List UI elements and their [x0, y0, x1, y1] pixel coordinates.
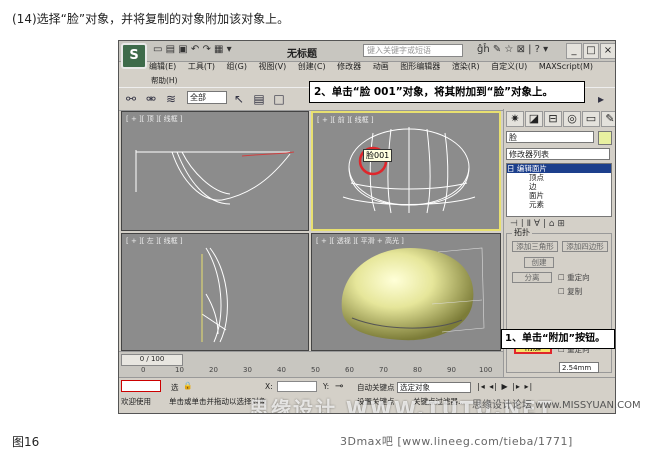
- auto-key-button[interactable]: 自动关键点: [357, 382, 395, 393]
- snap-spinner[interactable]: 2.54mm: [559, 362, 599, 373]
- menu-modifiers[interactable]: 修改器: [337, 61, 361, 72]
- motion-tab-icon[interactable]: ◎: [563, 111, 581, 127]
- welcome-label: 欢迎使用: [121, 397, 151, 406]
- figure-label: 图16: [12, 435, 40, 449]
- menu-help[interactable]: 帮助(H): [151, 75, 178, 86]
- maximize-button[interactable]: □: [583, 43, 599, 59]
- window-controls[interactable]: _ □ ×: [565, 43, 615, 59]
- front-wireframe: [342, 127, 476, 214]
- stack-item-edge[interactable]: 边: [507, 182, 611, 191]
- menu-graph-editors[interactable]: 图形编辑器: [400, 61, 440, 72]
- app-logo-button[interactable]: S: [121, 43, 147, 69]
- display-tab-icon[interactable]: ▭: [582, 111, 600, 127]
- top-wireframe: [135, 150, 295, 205]
- max-app-window: ▭ ▤ ▣ ↶ ↷ ▦ ▾ 无标题 键入关键字或短语 ĝĥ ✎ ☆ ⊠ | ? …: [118, 40, 616, 414]
- menu-tools[interactable]: 工具(T): [188, 61, 215, 72]
- utilities-tab-icon[interactable]: ✎: [601, 111, 615, 127]
- step2-callout: 2、单击“脸 001”对象，将其附加到“脸”对象上。: [309, 81, 585, 103]
- reorient-checkbox[interactable]: ☐ 重定向: [558, 272, 590, 283]
- menu-create[interactable]: 创建(C): [298, 61, 326, 72]
- selection-filter-dropdown[interactable]: 全部: [187, 91, 227, 104]
- object-name-field[interactable]: 脸: [506, 131, 594, 143]
- step1-callout: 1、单击“附加”按钮。: [501, 329, 615, 349]
- detach-button[interactable]: 分离: [512, 272, 552, 283]
- lock-icon[interactable]: 🔒: [183, 381, 192, 390]
- minimize-button[interactable]: _: [566, 43, 582, 59]
- copy-checkbox[interactable]: ☐ 复制: [558, 286, 582, 297]
- menu-maxscript[interactable]: MAXScript(M): [539, 62, 593, 71]
- add-tri-button[interactable]: 添加三角形: [512, 241, 558, 252]
- info-center-icons[interactable]: ĝĥ ✎ ☆ ⊠ | ? ▾: [477, 44, 548, 55]
- modifier-stack: 日 编辑面片 顶点 边 面片 元素: [506, 163, 612, 217]
- menu-animation[interactable]: 动画: [373, 61, 389, 72]
- topology-group-title: 拓扑: [512, 227, 532, 238]
- stack-item-edit-patch[interactable]: 日 编辑面片: [507, 164, 611, 173]
- perspective-shaded-model: [341, 247, 485, 341]
- forum-watermark: 思缘设计论坛 www.MISSYUAN.COM: [472, 400, 641, 411]
- selection-count-label: 选: [171, 383, 179, 392]
- add-quad-button[interactable]: 添加四边形: [562, 241, 608, 252]
- close-button[interactable]: ×: [600, 43, 615, 59]
- object-color-swatch[interactable]: [598, 131, 612, 145]
- perspective-viewport[interactable]: [ + ][ 透视 ][ 平滑 + 高光 ]: [311, 233, 501, 351]
- quick-access-toolbar[interactable]: ▭ ▤ ▣ ↶ ↷ ▦ ▾: [153, 44, 232, 55]
- menu-group[interactable]: 组(G): [227, 61, 247, 72]
- title-bar: ▭ ▤ ▣ ↶ ↷ ▦ ▾ 无标题 键入关键字或短语 ĝĥ ✎ ☆ ⊠ | ? …: [119, 41, 615, 62]
- modifier-list-dropdown[interactable]: 修改器列表: [506, 148, 610, 160]
- unlink-icon[interactable]: ⚮: [143, 91, 159, 107]
- modify-tab-icon[interactable]: ◪: [525, 111, 543, 127]
- time-slider[interactable]: 0 / 100: [121, 354, 183, 366]
- timeline: 0 / 100 0 10 20 30 40 50 60 70 80 90 100: [119, 351, 503, 378]
- stack-item-patch[interactable]: 面片: [507, 191, 611, 200]
- timeline-ruler[interactable]: 0 10 20 30 40 50 60 70 80 90 100: [121, 366, 501, 376]
- menu-customize[interactable]: 自定义(U): [491, 61, 527, 72]
- stack-item-element[interactable]: 元素: [507, 200, 611, 209]
- menu-edit[interactable]: 编辑(E): [149, 61, 176, 72]
- hierarchy-tab-icon[interactable]: ⊟: [544, 111, 562, 127]
- link-icon[interactable]: ⚯: [123, 91, 139, 107]
- playback-controls[interactable]: |◂ ◂| ▶ |▸ ▸|: [477, 382, 533, 391]
- command-panel-tabs: ✷ ◪ ⊟ ◎ ▭ ✎: [506, 111, 615, 127]
- select-object-icon[interactable]: ↖: [231, 91, 247, 107]
- y-coord-label: Y:: [323, 382, 330, 391]
- tutorial-caption: (14)选择“脸”对象，并将复制的对象附加该对象上。: [12, 12, 290, 26]
- front-viewport[interactable]: [ + ][ 前 ][ 线框 ] 脸001: [311, 111, 501, 231]
- search-input[interactable]: 键入关键字或短语: [363, 44, 463, 57]
- top-viewport[interactable]: [ + ][ 顶 ][ 线框 ]: [121, 111, 309, 231]
- stack-item-vertex[interactable]: 顶点: [507, 173, 611, 182]
- x-coord-field[interactable]: [277, 381, 317, 392]
- rectangle-selection-icon[interactable]: □: [271, 91, 287, 107]
- menu-views[interactable]: 视图(V): [259, 61, 287, 72]
- object-tooltip: 脸001: [363, 149, 393, 162]
- x-coord-label: X:: [265, 382, 273, 391]
- maxscript-listener-box[interactable]: [121, 380, 161, 392]
- select-by-name-icon[interactable]: ▤: [251, 91, 267, 107]
- source-credit: 3Dmax吧 [www.lineeg.com/tieba/1771]: [340, 435, 573, 448]
- selected-object-dropdown[interactable]: 选定对象: [397, 382, 471, 393]
- create-tab-icon[interactable]: ✷: [506, 111, 524, 127]
- left-wireframe: [201, 247, 228, 343]
- left-viewport[interactable]: [ + ][ 左 ][ 线框 ]: [121, 233, 309, 351]
- create-button[interactable]: 创建: [524, 257, 554, 268]
- menu-bar: 编辑(E) 工具(T) 组(G) 视图(V) 创建(C) 修改器 动画 图形编辑…: [149, 61, 615, 75]
- menu-rendering[interactable]: 渲染(R): [452, 61, 480, 72]
- named-selection-icon[interactable]: ▸: [593, 91, 609, 107]
- document-title: 无标题: [287, 49, 317, 60]
- key-icon[interactable]: ⊸: [335, 381, 343, 392]
- bind-spacewarp-icon[interactable]: ≋: [163, 91, 179, 107]
